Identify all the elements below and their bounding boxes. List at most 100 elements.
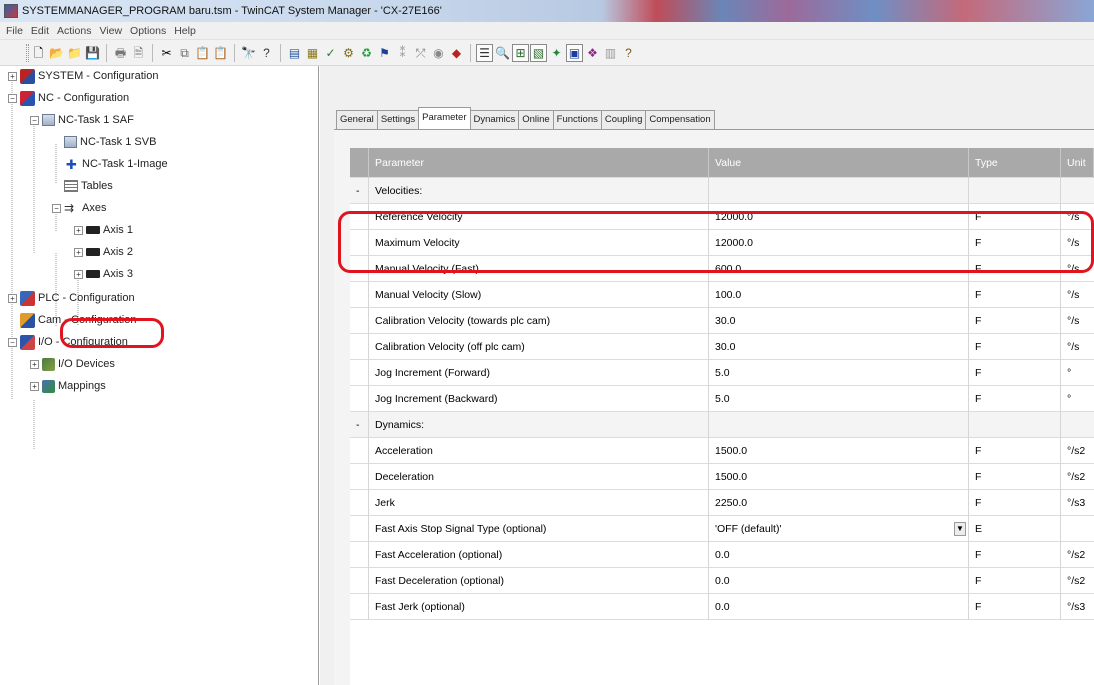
graph-icon[interactable]: ⊞ [512,43,529,62]
group-expander[interactable] [350,463,369,490]
parameter-value-cell[interactable]: 100.0 [709,281,969,308]
group-expander[interactable] [350,489,369,516]
tab-online[interactable]: Online [518,110,554,129]
tab-functions[interactable]: Functions [552,110,602,129]
parameter-value-cell[interactable]: 30.0 [709,307,969,334]
parameter-row[interactable]: Manual Velocity (Slow) 100.0 F °/s [350,281,1094,308]
check-configuration-icon[interactable]: ▦ [304,44,321,62]
tab-general[interactable]: General [336,110,378,129]
tree-item-cam-configuration[interactable]: Cam - Configuration [20,310,136,330]
group-expander[interactable]: - [350,177,369,204]
parameter-value-cell[interactable]: 30.0 [709,333,969,360]
tree-item-axis-1[interactable]: + Axis 1 [74,220,133,240]
tree-item-nc-task-1-saf[interactable]: − NC-Task 1 SAF [30,110,134,130]
tree-item-axis-3[interactable]: + Axis 3 [74,264,133,284]
open-remote-icon[interactable]: 📁 [66,44,83,62]
record-icon[interactable]: ▧ [530,43,547,62]
tree-item-mappings[interactable]: + Mappings [30,376,106,396]
set-run-mode-icon[interactable]: ⚙ [340,44,357,62]
parameter-row[interactable]: Jog Increment (Forward) 5.0 F ° [350,359,1094,386]
group-expander[interactable] [350,203,369,230]
paste-icon[interactable]: 📋 [194,44,211,62]
tab-coupling[interactable]: Coupling [600,110,647,129]
parameter-row[interactable]: Fast Axis Stop Signal Type (optional) 'OF… [350,515,1094,542]
view-icon[interactable]: 🔍 [494,44,511,62]
tree-item-tables[interactable]: Tables [64,176,113,196]
collapse-toggle-icon[interactable]: − [8,93,17,103]
toolbar-grip[interactable] [26,44,29,62]
reload-devices-icon[interactable]: ⚑ [376,44,393,62]
tab-dynamics[interactable]: Dynamics [469,110,520,129]
parameter-value-cell[interactable]: 'OFF (default)' ▼ [709,515,969,542]
toggle-freerun-icon[interactable]: ⤱ [412,44,429,62]
menu-edit[interactable]: Edit [29,25,55,37]
column-header-type[interactable]: Type [969,148,1061,178]
menu-help[interactable]: Help [172,25,202,37]
parameter-value-cell[interactable]: 5.0 [709,359,969,386]
expand-toggle-icon[interactable]: + [8,293,17,303]
expand-toggle-icon[interactable]: + [30,359,39,369]
collapse-toggle-icon[interactable]: − [30,115,39,125]
column-header-unit[interactable]: Unit [1061,148,1094,178]
tab-parameter[interactable]: Parameter [418,107,471,129]
tree-item-nc-task-1-image[interactable]: ✚ NC-Task 1-Image [64,154,168,174]
expand-toggle-icon[interactable]: + [8,71,17,81]
expand-toggle-icon[interactable]: + [74,225,83,235]
tree-item-nc-configuration[interactable]: − NC - Configuration [8,88,129,108]
parameter-value-cell[interactable] [709,411,969,438]
parameter-row[interactable]: Fast Jerk (optional) 0.0 F °/s3 [350,593,1094,620]
tree-item-io-configuration[interactable]: − I/O - Configuration [8,332,128,352]
info-icon[interactable]: ❖ [584,44,601,62]
save-icon[interactable]: 💾 [84,44,101,62]
parameter-value-cell[interactable]: 1500.0 [709,437,969,464]
paste-with-links-icon[interactable]: 📋 [212,44,229,62]
parameter-row[interactable]: Deceleration 1500.0 F °/s2 [350,463,1094,490]
tree-item-system-configuration[interactable]: + SYSTEM - Configuration [8,66,158,86]
menu-actions[interactable]: Actions [55,25,97,37]
parameter-row[interactable]: Jog Increment (Backward) 5.0 F ° [350,385,1094,412]
parameter-value-cell[interactable]: 2250.0 [709,489,969,516]
parameter-row[interactable]: Calibration Velocity (towards plc cam) 30… [350,307,1094,334]
print-preview-icon[interactable]: 🗎 [130,44,147,62]
parameter-value-cell[interactable]: 1500.0 [709,463,969,490]
expand-toggle-icon[interactable]: + [74,247,83,257]
menu-options[interactable]: Options [128,25,172,37]
help-icon[interactable]: ? [258,44,275,62]
group-expander[interactable] [350,515,369,542]
tab-settings[interactable]: Settings [376,110,420,129]
tab-compensation[interactable]: Compensation [645,110,715,129]
parameter-value-cell[interactable]: 0.0 [709,567,969,594]
tree-item-nc-task-1-svb[interactable]: NC-Task 1 SVB [64,132,156,152]
parameter-row[interactable]: Manual Velocity (Fast) 600.0 F °/s [350,255,1094,282]
group-expander[interactable] [350,385,369,412]
group-expander[interactable] [350,281,369,308]
expand-toggle-icon[interactable]: + [74,269,83,279]
group-row[interactable]: - Dynamics: [350,411,1094,438]
scan-devices-icon[interactable]: ⁑ [394,44,411,62]
group-expander[interactable] [350,307,369,334]
watch-icon[interactable]: ✦ [548,44,565,62]
group-expander[interactable] [350,255,369,282]
collapse-toggle-icon[interactable]: − [52,203,61,213]
record-stop-icon[interactable]: ▥ [602,44,619,62]
parameter-row[interactable]: Calibration Velocity (off plc cam) 30.0 F °… [350,333,1094,360]
parameter-row[interactable]: Acceleration 1500.0 F °/s2 [350,437,1094,464]
restart-config-icon[interactable]: ♻ [358,44,375,62]
group-expander[interactable] [350,333,369,360]
parameter-value-cell[interactable]: 0.0 [709,593,969,620]
tree-item-axis-2[interactable]: + Axis 2 [74,242,133,262]
expand-toggle-icon[interactable]: + [30,381,39,391]
parameter-row[interactable]: Fast Deceleration (optional) 0.0 F °/s2 [350,567,1094,594]
cut-icon[interactable]: ✂ [158,44,175,62]
parameter-row[interactable]: Maximum Velocity 12000.0 F °/s [350,229,1094,256]
open-icon[interactable]: 📂 [48,44,65,62]
activate-configuration-icon[interactable]: ✓ [322,44,339,62]
zoom-icon[interactable]: ☰ [476,43,493,62]
show-sub-items-icon[interactable]: ◆ [448,44,465,62]
group-expander[interactable]: - [350,411,369,438]
group-row[interactable]: - Velocities: [350,177,1094,204]
parameter-value-cell[interactable]: 5.0 [709,385,969,412]
settings-icon[interactable]: ▣ [566,43,583,62]
generate-mappings-icon[interactable]: ▤ [286,44,303,62]
parameter-value-cell[interactable]: 12000.0 [709,203,969,230]
